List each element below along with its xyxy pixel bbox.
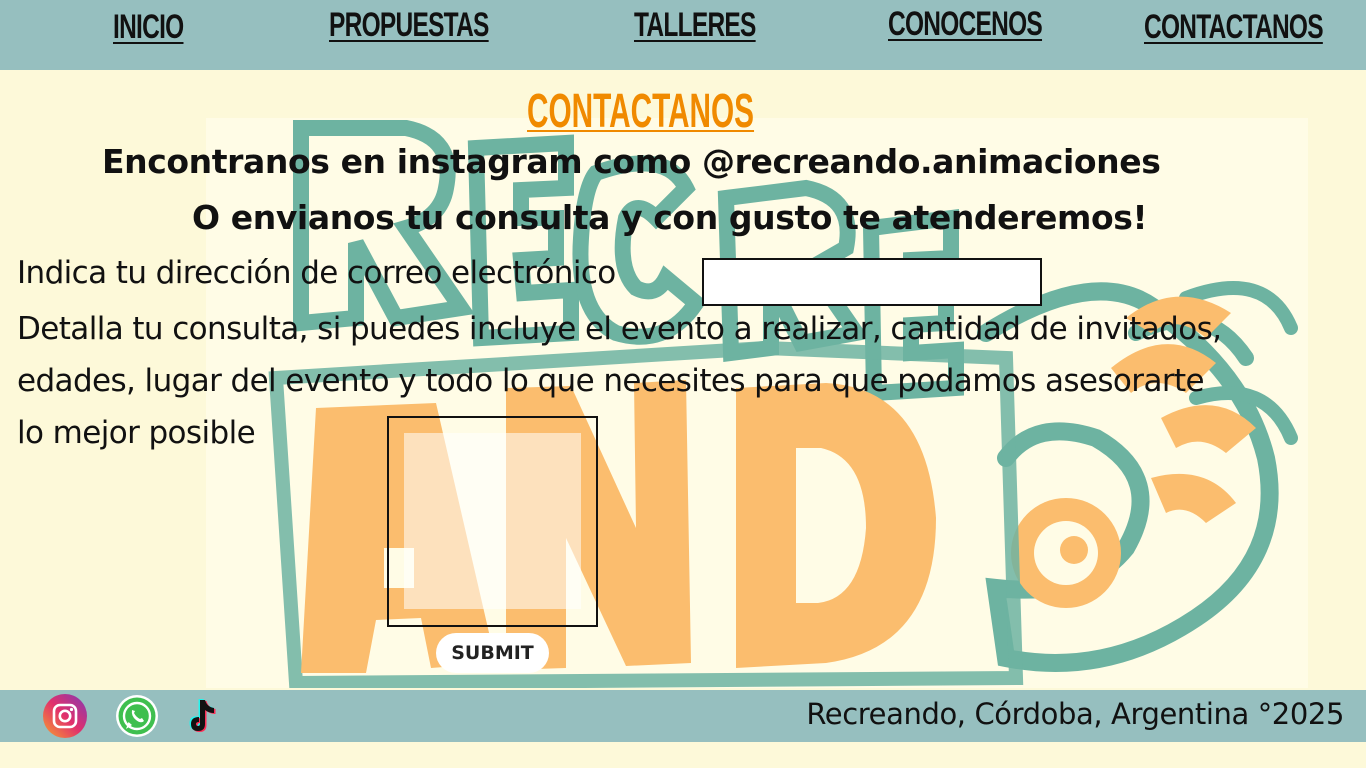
instagram-icon[interactable] [43, 694, 87, 738]
query-label-line-2: edades, lugar del evento y todo lo que n… [17, 363, 1205, 399]
instagram-heading: Encontranos en instagram como @recreando… [102, 142, 1161, 181]
nav-link-inicio[interactable]: INICIO [113, 8, 184, 47]
email-label: Indica tu dirección de correo electrónic… [17, 255, 616, 291]
footer-bar: Recreando, Córdoba, Argentina °2025 [0, 690, 1366, 742]
consulta-heading: O envianos tu consulta y con gusto te at… [192, 198, 1148, 237]
nav-link-propuestas[interactable]: PROPUESTAS [329, 6, 489, 45]
submit-button[interactable]: SUBMIT [436, 633, 549, 673]
nav-link-conocenos[interactable]: CONOCENOS [888, 5, 1043, 44]
tiktok-icon[interactable] [181, 694, 225, 738]
query-label-line-3: lo mejor posible [17, 415, 256, 451]
footer-copyright: Recreando, Córdoba, Argentina °2025 [806, 697, 1344, 731]
query-textarea[interactable] [387, 416, 598, 627]
email-field[interactable] [702, 258, 1042, 306]
nav-link-talleres[interactable]: TALLERES [634, 6, 756, 45]
top-nav-bar: INICIO PROPUESTAS TALLERES CONOCENOS CON… [0, 0, 1366, 70]
query-label-line-1: Detalla tu consulta, si puedes incluye e… [17, 311, 1222, 347]
whatsapp-icon[interactable] [115, 694, 159, 738]
nav-link-contactanos[interactable]: CONTACTANOS [1144, 8, 1324, 47]
page-title: CONTACTANOS [527, 85, 755, 138]
